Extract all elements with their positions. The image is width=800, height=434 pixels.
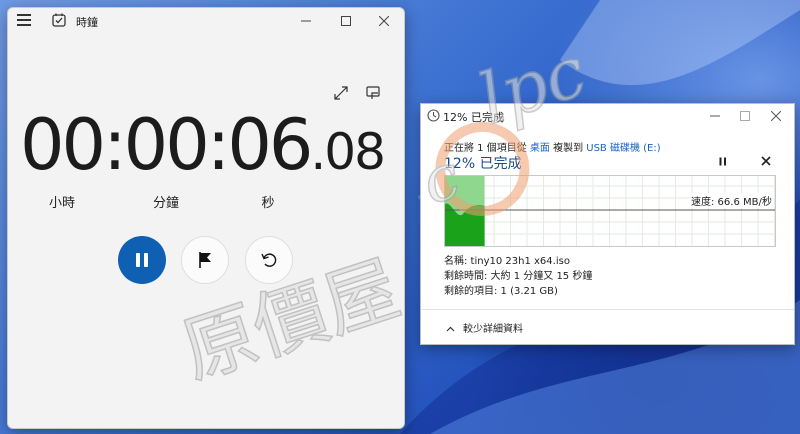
maximize-icon bbox=[341, 16, 351, 26]
less-details-label: 較少詳細資料 bbox=[463, 324, 523, 335]
stopwatch-time: 00:00:06.08 bbox=[20, 110, 386, 181]
clock-window-title: 時鐘 bbox=[76, 16, 98, 29]
copy-dialog-titlebar: 12% 已完成 bbox=[421, 104, 794, 128]
reset-button[interactable] bbox=[245, 236, 293, 284]
keep-on-top-icon[interactable] bbox=[366, 86, 380, 100]
minutes-label: 分鐘 bbox=[152, 196, 180, 211]
pause-icon bbox=[719, 157, 726, 166]
speed-graph bbox=[444, 175, 776, 247]
copy-description: 正在將 1 個項目從 桌面 複製到 USB 磁碟機 (E:) bbox=[444, 139, 661, 154]
dialog-close-button[interactable] bbox=[760, 104, 792, 128]
pause-icon bbox=[136, 253, 148, 267]
progress-clock-icon bbox=[427, 109, 440, 122]
time-remaining-line: 剩餘時間: 大約 1 分鐘又 15 秒鐘 bbox=[444, 271, 593, 282]
seconds-label: 秒 bbox=[261, 196, 275, 211]
minimize-icon bbox=[301, 20, 311, 22]
minimize-button[interactable] bbox=[286, 8, 326, 34]
close-button[interactable] bbox=[364, 8, 404, 34]
lap-button[interactable] bbox=[181, 236, 229, 284]
copy-dialog-title: 12% 已完成 bbox=[443, 111, 504, 124]
stopwatch-main-digits: 00:00:06 bbox=[20, 104, 313, 186]
clock-titlebar: 時鐘 bbox=[8, 8, 404, 34]
copy-description-middle: 複製到 bbox=[549, 143, 587, 154]
divider bbox=[421, 309, 794, 310]
destination-link[interactable]: USB 磁碟機 (E:) bbox=[586, 143, 660, 154]
file-name-line: 名稱: tiny10 23h1 x64.iso bbox=[444, 256, 570, 267]
dialog-minimize-button[interactable] bbox=[699, 104, 731, 128]
pause-button[interactable] bbox=[118, 236, 166, 284]
dialog-maximize-button[interactable] bbox=[729, 104, 761, 128]
hours-label: 小時 bbox=[48, 196, 76, 211]
clock-app-icon bbox=[52, 13, 66, 27]
source-link[interactable]: 桌面 bbox=[530, 143, 550, 154]
close-icon bbox=[761, 156, 771, 166]
speed-label: 速度: 66.6 MB/秒 bbox=[691, 193, 772, 208]
maximize-button[interactable] bbox=[326, 8, 366, 34]
hamburger-menu-icon[interactable] bbox=[17, 14, 31, 26]
progress-heading: 12% 已完成 bbox=[444, 156, 522, 172]
pause-copy-button[interactable] bbox=[719, 157, 727, 169]
clock-window: 時鐘 00:00:06.08 小時 分鐘 秒 bbox=[7, 7, 405, 429]
maximize-icon bbox=[740, 111, 750, 121]
close-icon bbox=[771, 111, 781, 121]
close-icon bbox=[379, 16, 389, 26]
stopwatch-fraction: .08 bbox=[310, 123, 386, 181]
file-copy-dialog: 12% 已完成 正在將 1 個項目從 桌面 複製到 USB 磁碟機 (E:) 1… bbox=[420, 103, 795, 345]
flag-icon bbox=[199, 252, 211, 268]
items-remaining-line: 剩餘的項目: 1 (3.21 GB) bbox=[444, 286, 558, 297]
chevron-up-icon bbox=[446, 325, 455, 335]
less-details-button[interactable]: 較少詳細資料 bbox=[446, 320, 523, 335]
expand-icon[interactable] bbox=[334, 86, 348, 100]
cancel-copy-button[interactable] bbox=[761, 155, 771, 169]
minimize-icon bbox=[710, 115, 720, 117]
reset-icon bbox=[261, 253, 277, 267]
